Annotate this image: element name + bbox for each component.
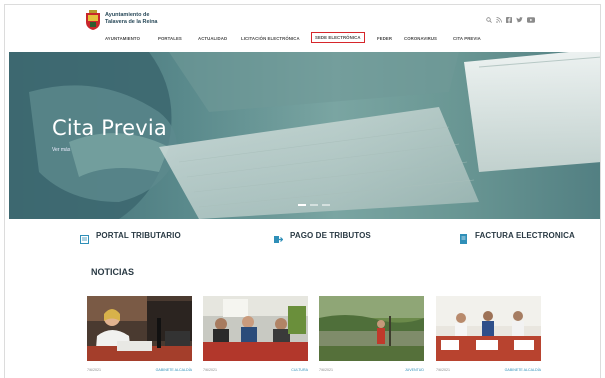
news-meta: 7/6/2021 CULTURA xyxy=(203,368,308,372)
quick-link-portal-tributario[interactable]: PORTAL TRIBUTARIO xyxy=(80,231,181,244)
news-date: 7/6/2021 xyxy=(436,368,450,372)
news-date: 7/6/2021 xyxy=(319,368,333,372)
news-date: 7/6/2021 xyxy=(203,368,217,372)
slider-dots xyxy=(298,204,330,206)
site-header: Ayuntamiento de Talavera de la Reina AYU… xyxy=(5,5,600,49)
news-category[interactable]: CULTURA xyxy=(291,368,308,372)
hero-title: Cita Previa xyxy=(52,116,167,140)
news-section-title: NOTICIAS xyxy=(91,267,135,277)
news-card[interactable]: 7/6/2021 JUVENTUD xyxy=(319,296,424,378)
news-category[interactable]: GABINETE ALCALDÍA xyxy=(156,368,192,372)
document-icon xyxy=(80,231,89,244)
news-category[interactable]: JUVENTUD xyxy=(405,368,424,372)
news-card[interactable]: 7/6/2021 GABINETE ALCALDÍA xyxy=(436,296,541,378)
header-icons xyxy=(486,17,535,25)
news-image xyxy=(203,296,308,361)
nav-item-actualidad[interactable]: ACTUALIDAD xyxy=(198,36,227,41)
news-meta: 7/6/2021 GABINETE ALCALDÍA xyxy=(87,368,192,372)
brand-line-2: Talavera de la Reina xyxy=(105,18,158,25)
news-date: 7/6/2021 xyxy=(87,368,101,372)
quick-link-label: FACTURA ELECTRONICA xyxy=(475,231,575,240)
slider-dot[interactable] xyxy=(298,204,306,206)
main-nav: AYUNTAMIENTO PORTALES ACTUALIDAD LICITAC… xyxy=(5,32,600,46)
page-frame: Ayuntamiento de Talavera de la Reina AYU… xyxy=(4,4,601,378)
quick-link-label: PAGO DE TRIBUTOS xyxy=(290,231,371,240)
city-shield-logo[interactable] xyxy=(84,10,102,31)
site-brand[interactable]: Ayuntamiento de Talavera de la Reina xyxy=(105,12,157,25)
nav-item-coronavirus[interactable]: CORONAVIRUS xyxy=(404,36,437,41)
news-card[interactable]: 7/6/2021 GABINETE ALCALDÍA xyxy=(87,296,192,378)
nav-item-portales[interactable]: PORTALES xyxy=(158,36,182,41)
quick-link-pago-tributos[interactable]: PAGO DE TRIBUTOS xyxy=(274,231,371,243)
nav-item-feder[interactable]: FEDER xyxy=(377,36,392,41)
search-icon[interactable] xyxy=(486,17,492,25)
hero-banner[interactable]: Cita Previa Ver más xyxy=(9,52,600,219)
facebook-icon[interactable] xyxy=(506,17,512,25)
news-meta: 7/6/2021 GABINETE ALCALDÍA xyxy=(436,368,541,372)
quick-link-factura[interactable]: FACTURA ELECTRONICA xyxy=(459,231,575,244)
news-image xyxy=(87,296,192,361)
nav-item-licitacion[interactable]: LICITACIÓN ELECTRÓNICA xyxy=(241,36,300,41)
quick-links: PORTAL TRIBUTARIO PAGO DE TRIBUTOS FACTU… xyxy=(9,227,600,247)
nav-item-sede-electronica[interactable]: SEDE ELECTRÓNICA xyxy=(311,32,365,43)
quick-link-label: PORTAL TRIBUTARIO xyxy=(96,231,181,240)
news-card[interactable]: 7/6/2021 CULTURA xyxy=(203,296,308,378)
twitter-icon[interactable] xyxy=(516,17,523,25)
slider-dot[interactable] xyxy=(310,204,318,206)
nav-item-ayuntamiento[interactable]: AYUNTAMIENTO xyxy=(105,36,140,41)
rss-icon[interactable] xyxy=(496,17,502,25)
slider-dot[interactable] xyxy=(322,204,330,206)
news-image xyxy=(436,296,541,361)
news-meta: 7/6/2021 JUVENTUD xyxy=(319,368,424,372)
hero-more-link[interactable]: Ver más xyxy=(52,147,70,153)
payment-arrow-icon xyxy=(274,231,284,243)
youtube-icon[interactable] xyxy=(527,17,535,25)
invoice-icon xyxy=(459,231,468,244)
news-image xyxy=(319,296,424,361)
nav-item-cita-previa[interactable]: CITA PREVIA xyxy=(453,36,481,41)
news-category[interactable]: GABINETE ALCALDÍA xyxy=(505,368,541,372)
